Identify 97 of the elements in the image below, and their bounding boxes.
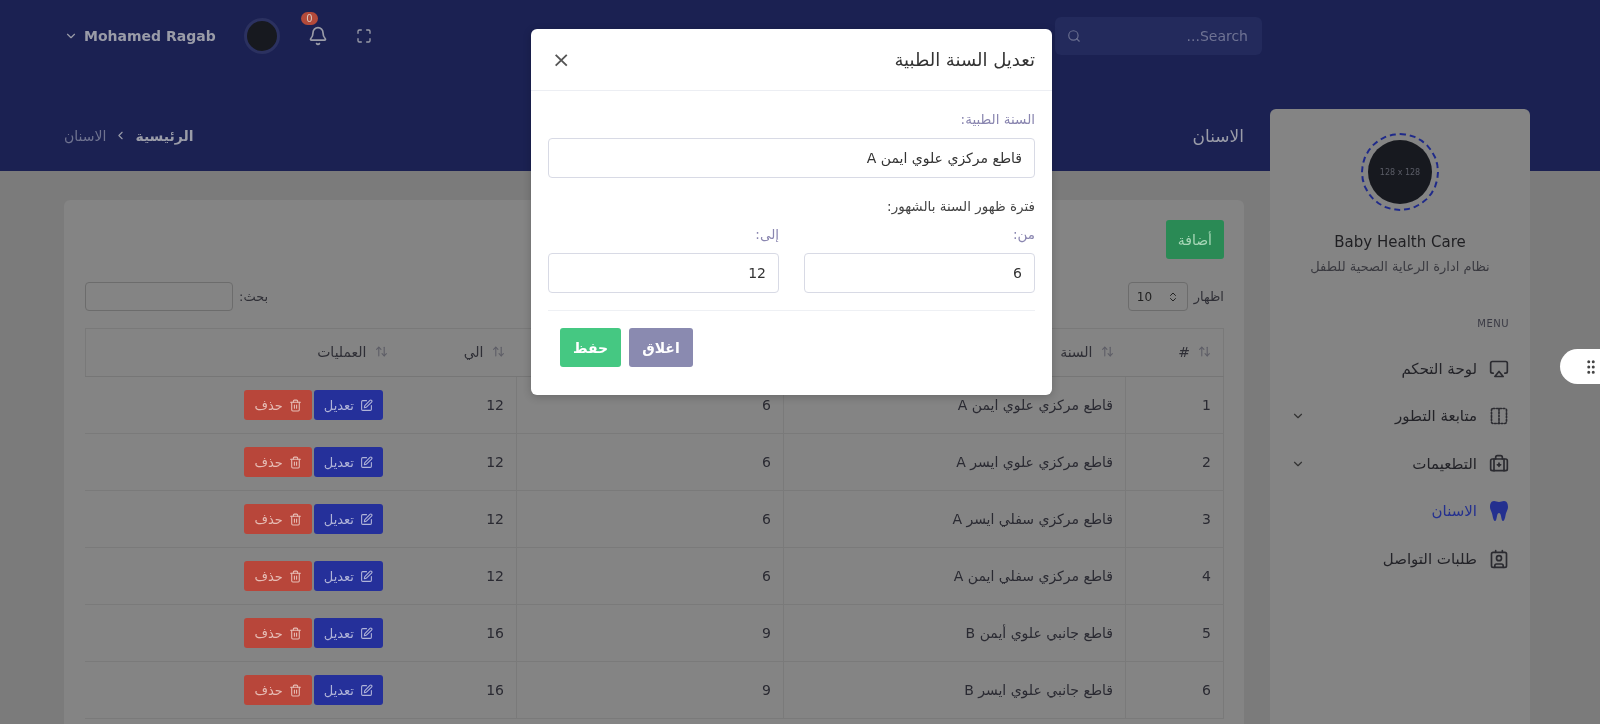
table-cell: 16 xyxy=(486,682,504,698)
table-cell: قاطع جانبي علوي ايسر B xyxy=(964,682,1113,698)
table-cell: 3 xyxy=(1202,511,1211,527)
close-dialog-button[interactable]: اغلاق xyxy=(629,328,693,367)
trash-icon xyxy=(288,398,302,412)
delete-button[interactable]: حذف xyxy=(244,447,312,477)
trash-icon xyxy=(288,569,302,583)
to-field[interactable]: 12 xyxy=(548,253,779,293)
table-search-field[interactable] xyxy=(85,282,233,311)
sort-icon[interactable] xyxy=(491,345,505,359)
close-button[interactable]: × xyxy=(548,48,575,71)
table-cell: 6 xyxy=(762,397,771,413)
add-button[interactable]: أضافة xyxy=(1165,220,1224,259)
column-header[interactable]: العمليات xyxy=(317,343,367,360)
sidebar-item[interactable]: طلبات التواصل xyxy=(1291,535,1509,583)
sidebar-item[interactable]: متابعة التطور xyxy=(1291,392,1509,440)
edit-button[interactable]: تعديل xyxy=(313,675,383,705)
edit-icon xyxy=(360,569,373,583)
trash-icon xyxy=(288,512,302,526)
trash-icon xyxy=(288,626,302,640)
from-field[interactable]: 6 xyxy=(804,253,1035,293)
table-cell: 12 xyxy=(486,511,504,527)
sidebar-item[interactable]: التطعيمات xyxy=(1291,440,1509,488)
column-header[interactable]: # xyxy=(1178,343,1190,360)
edit-icon xyxy=(360,398,373,412)
sidebar-item[interactable]: الاسنان xyxy=(1291,487,1509,535)
edit-button[interactable]: تعديل xyxy=(313,447,383,477)
app-name: Baby Health Care xyxy=(1334,233,1466,251)
table-cell: 2 xyxy=(1202,454,1211,470)
delete-button[interactable]: حذف xyxy=(244,561,312,591)
field-label: السنة الطبية: xyxy=(959,111,1035,127)
delete-button[interactable]: حذف xyxy=(244,675,312,705)
table-cell: 16 xyxy=(486,625,504,641)
table-cell: 6 xyxy=(1202,682,1211,698)
table-cell: 4 xyxy=(1202,568,1211,584)
table-cell: قاطع جانبي علوي أيمن B xyxy=(965,625,1113,641)
edit-button[interactable]: تعديل xyxy=(313,390,383,420)
table-cell: قاطع مركزي علوي ايسر A xyxy=(956,454,1113,470)
sort-icon[interactable] xyxy=(1100,345,1114,359)
sidebar-item[interactable]: لوحة التحكم xyxy=(1291,345,1509,393)
medical-kit-icon xyxy=(1489,453,1509,474)
search-input[interactable]: Search... xyxy=(1091,27,1250,45)
table-cell: 12 xyxy=(486,454,504,470)
table-cell: قاطع مركزي سفلي ايمن A xyxy=(953,568,1113,584)
menu-heading: MENU xyxy=(1476,318,1509,329)
breadcrumb-item[interactable]: الرئيسية xyxy=(135,127,194,144)
sort-icon[interactable] xyxy=(374,345,388,359)
table-cell: 6 xyxy=(762,454,771,470)
field-label: من: xyxy=(1011,226,1035,242)
table-cell: 5 xyxy=(1202,625,1211,641)
logo: 128 x 128 xyxy=(1361,133,1439,211)
table-cell: قاطع مركزي سفلي ايسر A xyxy=(952,511,1113,527)
page-title: الاسنان xyxy=(1192,125,1244,146)
user-avatar[interactable] xyxy=(243,18,280,54)
trash-icon xyxy=(288,683,302,697)
table-cell: قاطع مركزي علوي ايمن A xyxy=(957,397,1113,413)
edit-button[interactable]: تعديل xyxy=(313,618,383,648)
search-label: بحث: xyxy=(239,289,269,304)
edit-icon xyxy=(360,512,373,526)
screen-icon xyxy=(1489,358,1509,379)
section-label: فترة ظهور السنة بالشهور: xyxy=(886,198,1035,214)
drag-handle[interactable] xyxy=(1560,349,1600,384)
tooth-icon xyxy=(1489,500,1509,523)
delete-button[interactable]: حذف xyxy=(244,390,312,420)
page-length-select[interactable]: 10 xyxy=(1127,282,1188,311)
table-cell: 9 xyxy=(762,682,771,698)
table-cell: 1 xyxy=(1202,397,1211,413)
edit-icon xyxy=(360,455,373,469)
table-cell: 12 xyxy=(486,397,504,413)
app-subtitle: نظام ادارة الرعاية الصحية للطفل xyxy=(1310,259,1490,274)
page-length-label: اظهار xyxy=(1193,289,1224,304)
delete-button[interactable]: حذف xyxy=(244,504,312,534)
edit-icon xyxy=(360,683,373,697)
table-cell: 12 xyxy=(486,568,504,584)
columns-icon xyxy=(1489,406,1509,427)
column-header[interactable]: الي xyxy=(463,343,484,360)
user-menu[interactable]: Mohamed Ragab xyxy=(64,28,216,44)
contact-card-icon xyxy=(1489,548,1509,569)
search-icon xyxy=(1067,29,1081,43)
tooth-name-field[interactable]: قاطع مركزي علوي ايمن A xyxy=(548,138,1035,178)
table-cell: 6 xyxy=(762,568,771,584)
notification-badge: 0 xyxy=(301,12,318,25)
table-cell: 6 xyxy=(762,511,771,527)
column-header[interactable]: السنة xyxy=(1060,343,1093,360)
edit-button[interactable]: تعديل xyxy=(313,561,383,591)
fullscreen-icon[interactable] xyxy=(355,28,372,44)
breadcrumb-item: الاسنان xyxy=(64,127,107,144)
trash-icon xyxy=(288,455,302,469)
delete-button[interactable]: حذف xyxy=(244,618,312,648)
search-field[interactable]: Search... xyxy=(1055,17,1262,55)
sort-icon[interactable] xyxy=(1198,345,1211,359)
dialog-title: تعديل السنة الطبية xyxy=(894,49,1035,70)
field-label: إلى: xyxy=(754,226,779,242)
table-cell: 9 xyxy=(762,625,771,641)
edit-button[interactable]: تعديل xyxy=(313,504,383,534)
bell-icon[interactable] xyxy=(307,26,328,46)
edit-icon xyxy=(360,626,373,640)
